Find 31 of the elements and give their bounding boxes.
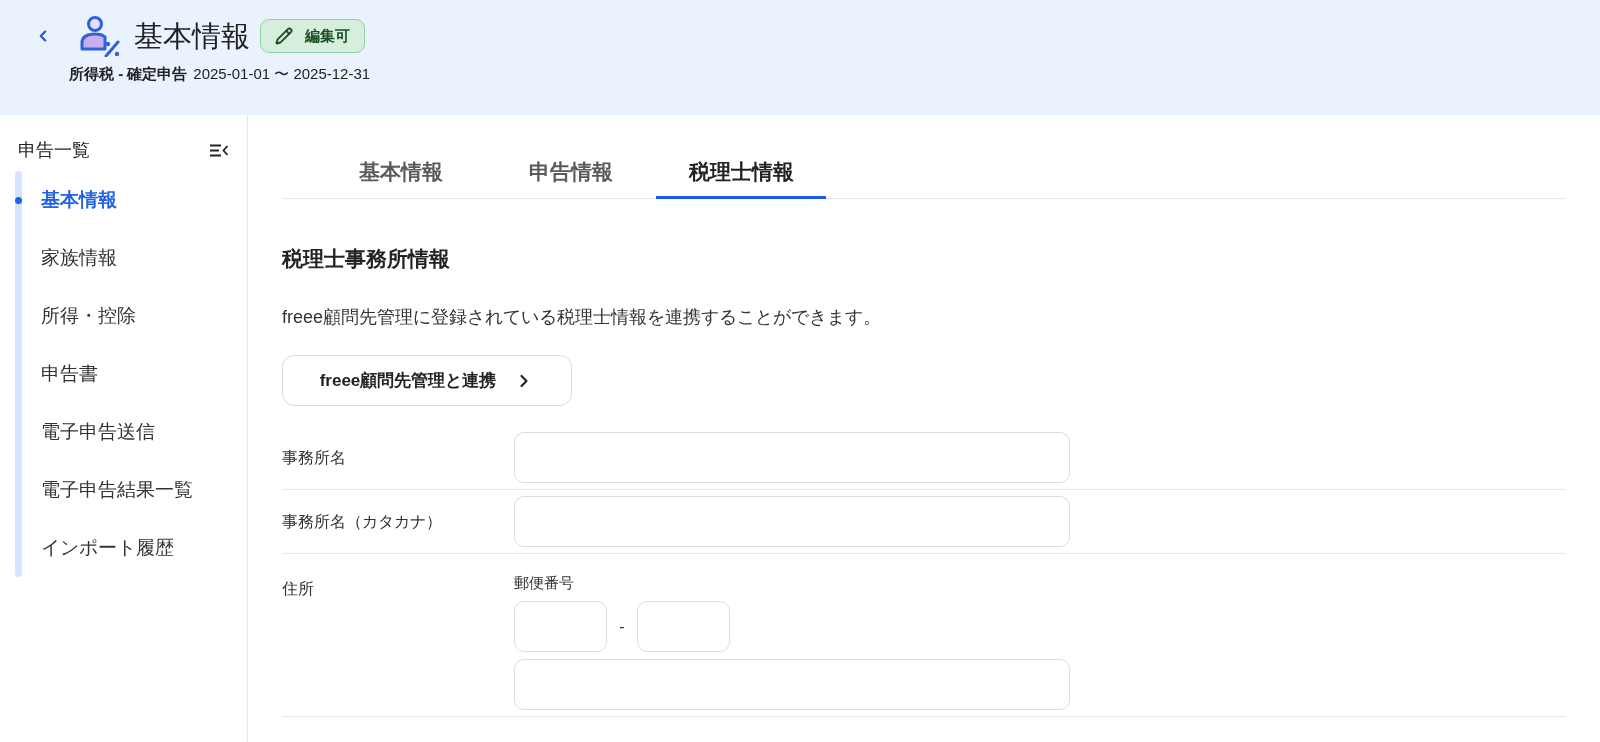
sidebar-item[interactable]: 電子申告結果一覧 — [15, 461, 193, 519]
tab[interactable]: 税理士情報 — [656, 147, 826, 199]
input-field[interactable] — [514, 659, 1070, 710]
input-field[interactable] — [637, 601, 730, 652]
section-title: 税理士事務所情報 — [282, 246, 451, 272]
filing-period: 2025-01-01 〜 2025-12-31 — [193, 64, 371, 84]
page-title: 基本情報 — [134, 19, 250, 54]
postal-separator: - — [618, 616, 626, 637]
sidebar-item[interactable]: 申告書 — [15, 345, 193, 403]
link-button[interactable]: freee顧問先管理と連携 — [282, 355, 572, 406]
section-description: freee顧問先管理に登録されている税理士情報を連携することができます。 — [282, 306, 883, 329]
tab[interactable]: 基本情報 — [316, 147, 486, 199]
edit-status-text: 編集可 — [305, 25, 350, 46]
filing-type: 所得税 - 確定申告 — [69, 64, 188, 84]
collapse-sidebar-icon[interactable] — [209, 143, 229, 157]
person-percent-icon — [78, 15, 122, 57]
field-label: 事務所名（カタカナ） — [282, 511, 443, 532]
input-field[interactable] — [514, 601, 607, 652]
input-field[interactable] — [514, 432, 1070, 483]
sidebar-item[interactable]: 所得・控除 — [15, 287, 193, 345]
sidebar-title: 申告一覧 — [18, 138, 90, 162]
pencil-icon — [275, 27, 293, 45]
postal-code-label: 郵便番号 — [514, 573, 575, 593]
sidebar-item[interactable]: 基本情報 — [15, 171, 193, 229]
field-label: 事務所名 — [282, 447, 347, 468]
sidebar-item[interactable]: 電子申告送信 — [15, 403, 193, 461]
input-field[interactable] — [514, 496, 1070, 547]
tab[interactable]: 申告情報 — [486, 147, 656, 199]
field-label: 住所 — [282, 579, 315, 599]
sidebar-item[interactable]: インポート履歴 — [15, 519, 193, 577]
sidebar-item[interactable]: 家族情報 — [15, 229, 193, 287]
